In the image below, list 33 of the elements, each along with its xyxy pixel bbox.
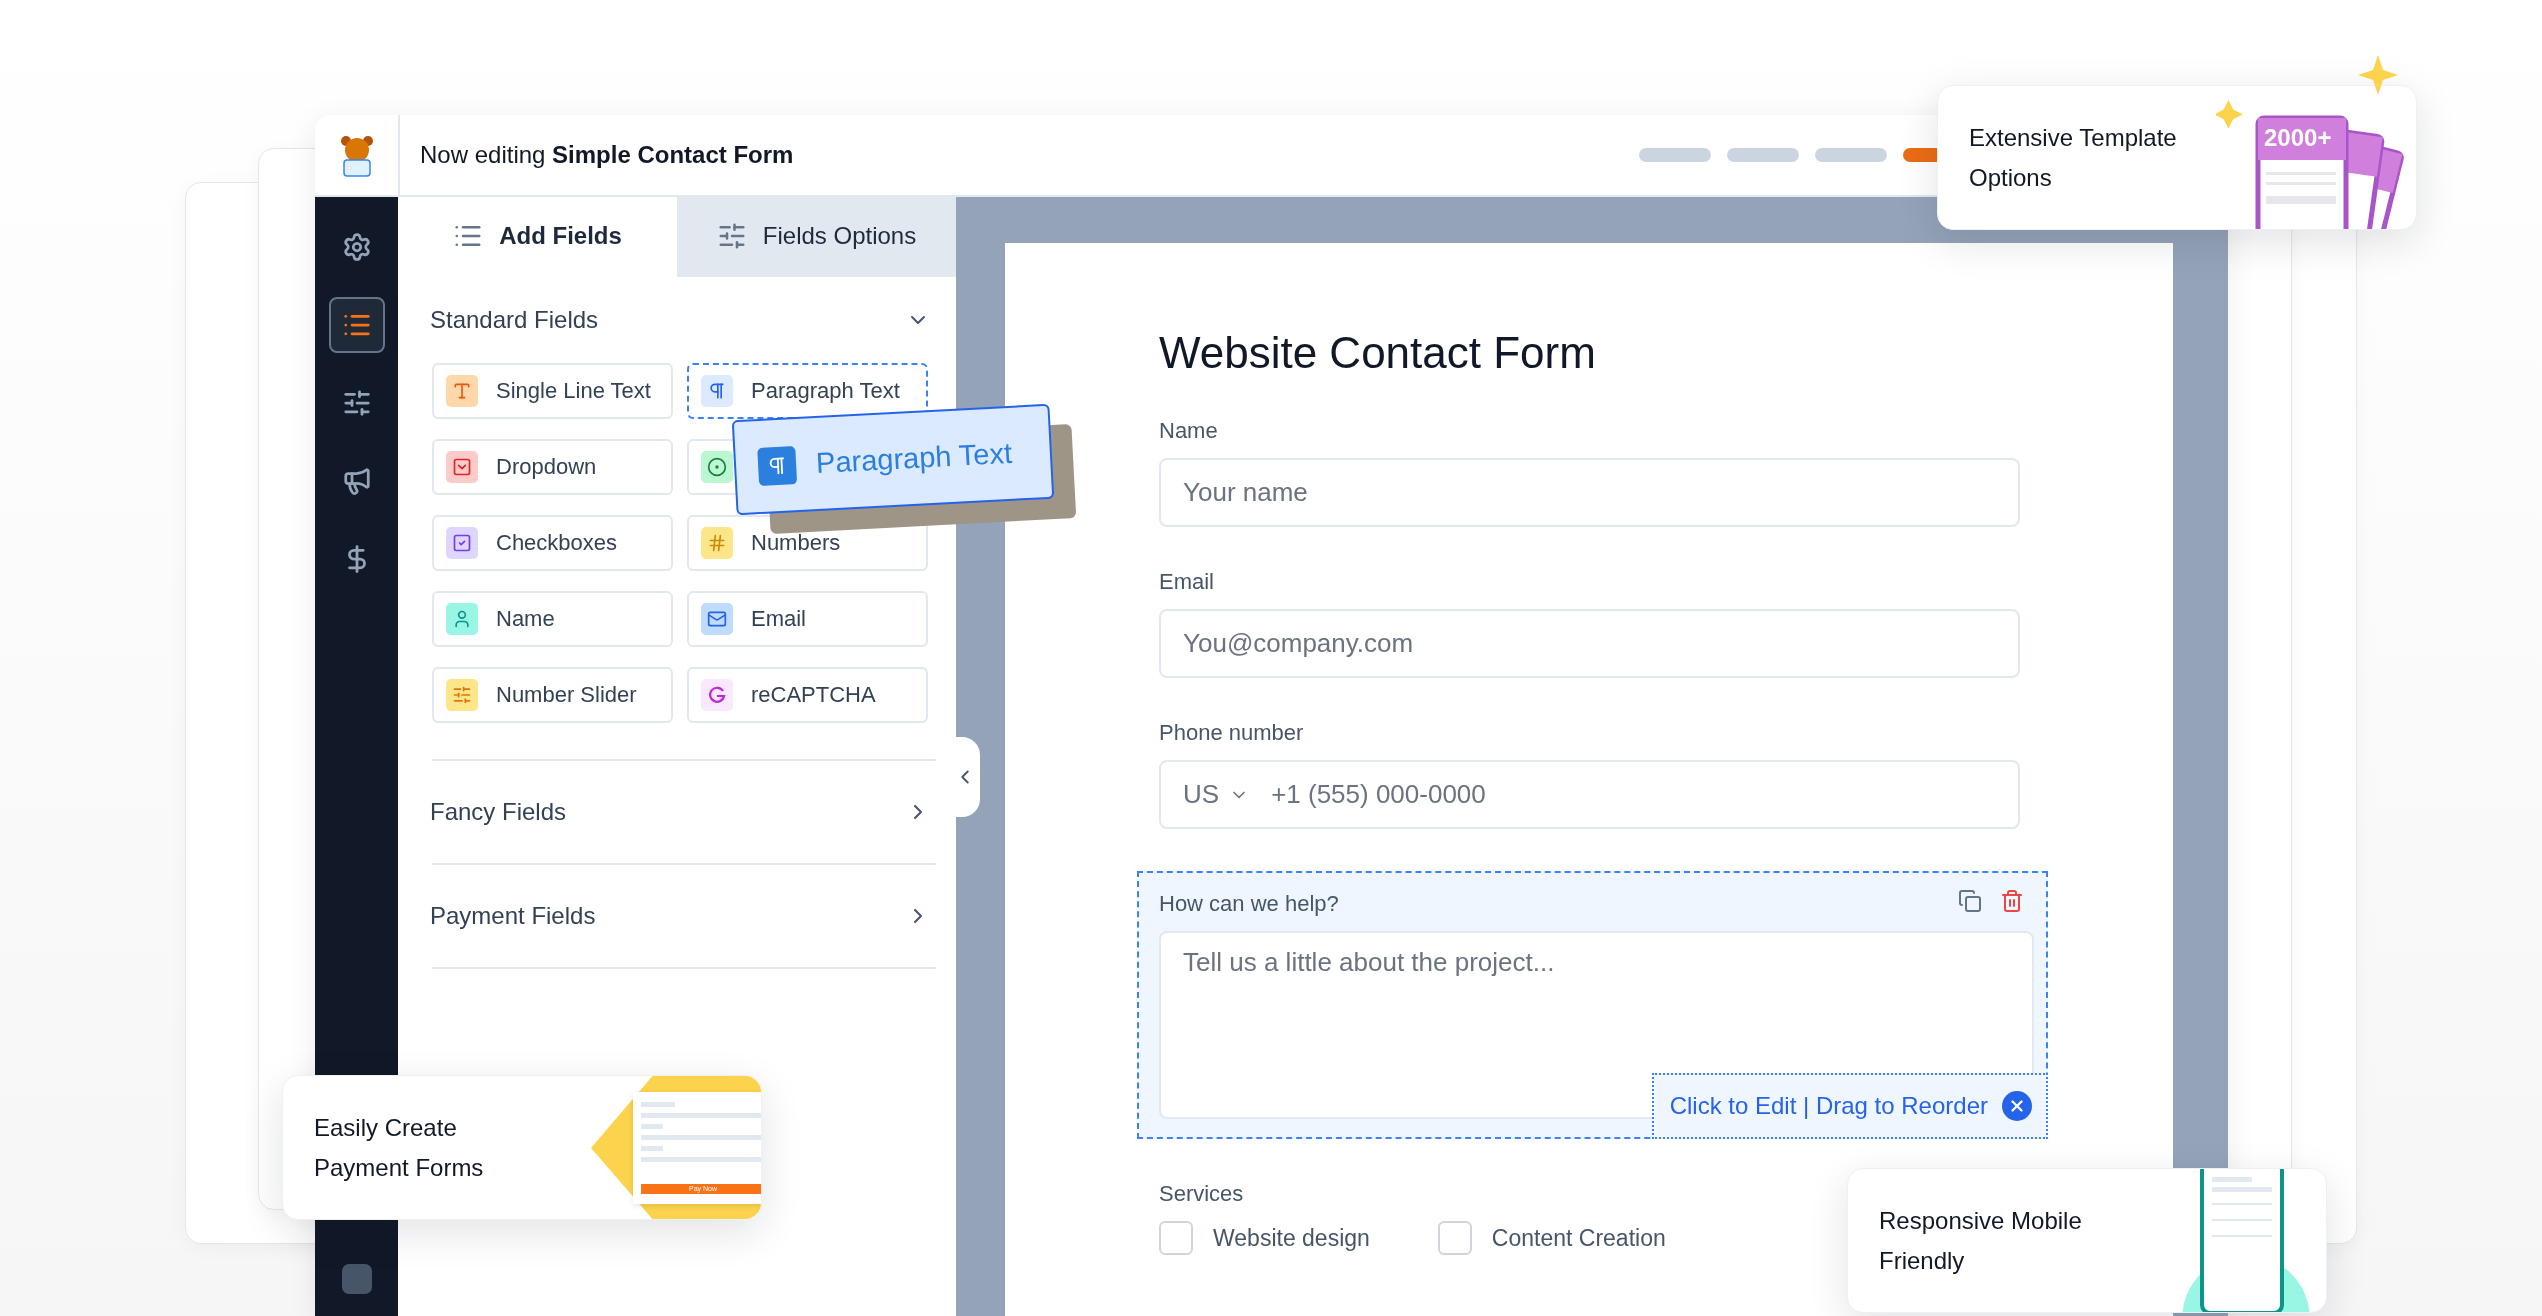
field-type-item[interactable]: Dropdown [432, 439, 673, 495]
field-type-item[interactable]: Number Slider [432, 667, 673, 723]
form-title: Website Contact Form [1159, 328, 1597, 378]
field-label: How can we help? [1159, 891, 1339, 917]
promo-text: Friendly [1879, 1245, 1966, 1276]
promo-text: Extensive Template [1969, 122, 2178, 153]
field-type-item[interactable]: Checkboxes [432, 515, 673, 571]
field-label: Name [1159, 418, 1218, 444]
field-type-item[interactable]: Single Line Text [432, 363, 673, 419]
field-type-item[interactable]: Paragraph Text [687, 363, 928, 419]
field-label: Phone number [1159, 720, 1304, 746]
field-type-item[interactable]: Email [687, 591, 928, 647]
section-header[interactable]: Fancy Fields [430, 761, 936, 863]
promo-text: Responsive Mobile [1879, 1205, 2083, 1236]
checkbox-option[interactable]: Content Creation [1437, 1221, 1666, 1255]
field-type-item[interactable]: reCAPTCHA [687, 667, 928, 723]
section-header[interactable]: Standard Fields [430, 277, 936, 363]
checkbox-option[interactable]: Website design [1159, 1221, 1370, 1255]
selected-field[interactable]: How can we help? Tell us a little about the project... Click to Edit | Drag to Reorder [1137, 871, 2048, 1139]
edit-hint[interactable]: Click to Edit | Drag to Reorder [1651, 1073, 2048, 1139]
template-count: 2000+ [2264, 124, 2332, 152]
panel-tab[interactable]: Fields Options [677, 197, 956, 277]
phone-field[interactable]: US +1 (555) 000-0000 [1159, 760, 2020, 829]
promo-text: Payment Forms [314, 1152, 485, 1183]
field-label: Services [1159, 1181, 1244, 1207]
window-title: Now editing Simple Contact Form [420, 141, 794, 169]
input-field[interactable]: Your name [1159, 458, 2020, 527]
promo-text: Easily Create [314, 1112, 458, 1143]
section-header[interactable]: Payment Fields [430, 865, 936, 967]
field-type-item[interactable]: Name [432, 591, 673, 647]
input-field[interactable]: You@company.com [1159, 609, 2020, 678]
field-label: Email [1159, 569, 1214, 595]
promo-text: Options [1969, 162, 2053, 193]
